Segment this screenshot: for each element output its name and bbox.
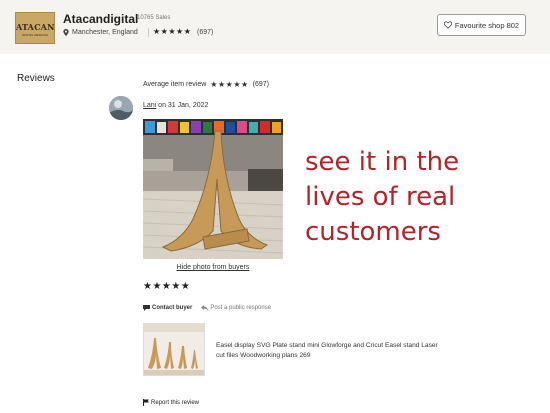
message-icon <box>143 305 150 311</box>
promo-caption: see it in the lives of real customers <box>305 145 459 250</box>
report-review-label: Report this review <box>151 399 200 406</box>
item-thumbnail-image <box>144 324 204 375</box>
reviewer-avatar[interactable] <box>109 96 133 120</box>
report-review-button[interactable]: Report this review <box>143 399 199 406</box>
promo-line-2: lives of real <box>305 182 456 212</box>
header-divider <box>148 28 149 37</box>
shop-location: Manchester, England <box>63 29 138 36</box>
reviewer-name[interactable]: Lani <box>143 102 156 109</box>
review-actions: Contact buyer Post a public response <box>143 305 271 311</box>
location-pin-icon <box>63 29 69 36</box>
purchased-item-thumbnail[interactable] <box>143 323 205 376</box>
shop-logo-subtext: DIGITAL DESIGNS <box>22 33 48 37</box>
shop-rating-count[interactable]: (697) <box>197 29 213 36</box>
reviewer-line: Lani on 31 Jan, 2022 <box>143 102 208 109</box>
avatar-image <box>109 96 133 120</box>
review-stars: ★★★★★ <box>143 281 191 292</box>
flag-icon <box>143 399 149 406</box>
shop-rating-stars[interactable]: ★★★★★ <box>153 27 191 36</box>
shop-logo[interactable]: ATACAN DIGITAL DESIGNS <box>15 12 55 44</box>
average-review-stars: ★★★★★ <box>210 80 249 89</box>
promo-line-3: customers <box>305 217 441 247</box>
favourite-shop-button[interactable]: Favourite shop 802 <box>437 14 526 36</box>
heart-icon <box>443 21 452 29</box>
average-review-label: Average item review <box>143 81 207 88</box>
shop-sales-count: 10765 Sales <box>137 15 171 21</box>
favourite-shop-label: Favourite shop 802 <box>454 20 520 30</box>
review-photo-image <box>143 119 283 259</box>
shop-logo-text: ATACAN <box>16 22 55 32</box>
contact-buyer-button[interactable]: Contact buyer <box>143 305 192 311</box>
promo-line-1: see it in the <box>305 147 460 177</box>
reviews-heading: Reviews <box>17 73 55 84</box>
review-date: on 31 Jan, 2022 <box>156 102 209 109</box>
shop-name[interactable]: Atacandigital <box>63 12 138 26</box>
contact-buyer-label: Contact buyer <box>152 305 193 311</box>
post-public-response-label: Post a public response <box>210 305 272 311</box>
purchased-item-title[interactable]: Easel display SVG Plate stand mini Glowf… <box>216 341 446 361</box>
shop-header: ATACAN DIGITAL DESIGNS Atacandigital 107… <box>0 0 550 54</box>
shop-location-text: Manchester, England <box>72 29 138 36</box>
reply-icon <box>201 305 209 311</box>
review-photo[interactable] <box>143 119 283 259</box>
post-public-response-button[interactable]: Post a public response <box>201 305 271 311</box>
hide-photo-link[interactable]: Hide photo from buyers <box>143 264 283 271</box>
average-review-count: (697) <box>252 81 269 88</box>
average-item-review: Average item review ★★★★★ (697) <box>143 80 269 89</box>
